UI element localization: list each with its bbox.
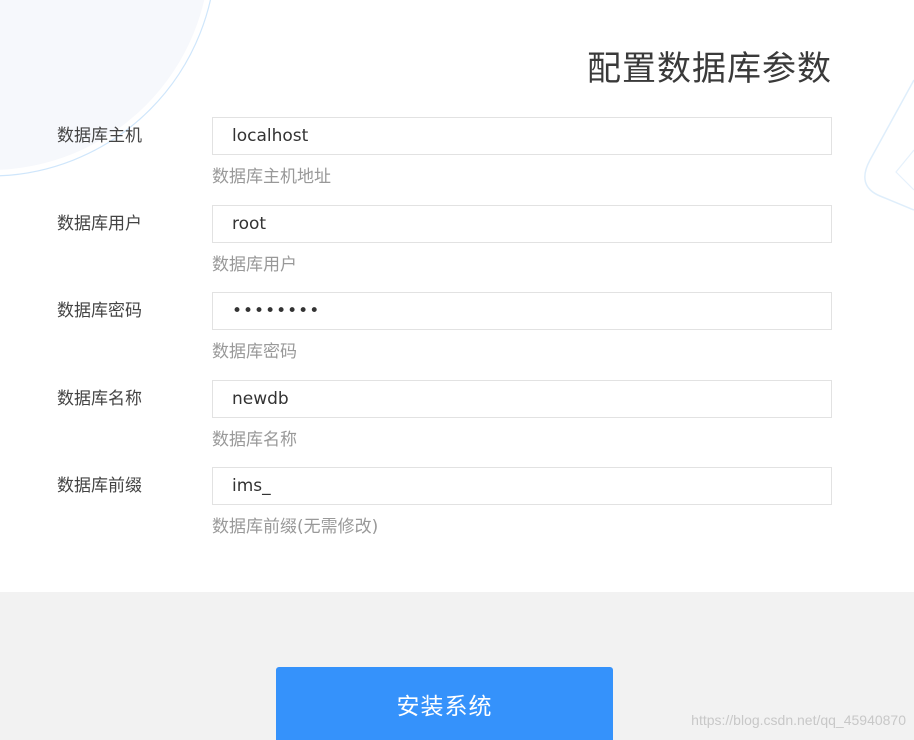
db-password-label: 数据库密码 [57,301,142,321]
page-title: 配置数据库参数 [587,48,832,89]
db-name-hint: 数据库名称 [212,430,297,450]
db-user-hint: 数据库用户 [212,255,297,275]
install-system-button[interactable]: 安装系统 [276,667,613,740]
db-user-label: 数据库用户 [57,214,142,234]
db-host-label: 数据库主机 [57,126,142,146]
db-name-label: 数据库名称 [57,389,142,409]
db-prefix-hint: 数据库前缀(无需修改) [212,517,379,537]
db-user-input[interactable] [212,205,832,243]
form-row-db-host: 数据库主机 数据库主机地址 [0,117,914,205]
watermark: https://blog.csdn.net/qq_45940870 [691,712,906,728]
form-row-db-user: 数据库用户 数据库用户 [0,205,914,293]
form-row-db-name: 数据库名称 数据库名称 [0,380,914,468]
form-row-db-prefix: 数据库前缀 数据库前缀(无需修改) [0,467,914,555]
form-row-db-password: 数据库密码 数据库密码 [0,292,914,380]
db-prefix-label: 数据库前缀 [57,476,142,496]
db-host-hint: 数据库主机地址 [212,167,331,187]
db-prefix-input[interactable] [212,467,832,505]
db-host-input[interactable] [212,117,832,155]
db-password-input[interactable] [212,292,832,330]
db-password-hint: 数据库密码 [212,342,297,362]
db-name-input[interactable] [212,380,832,418]
